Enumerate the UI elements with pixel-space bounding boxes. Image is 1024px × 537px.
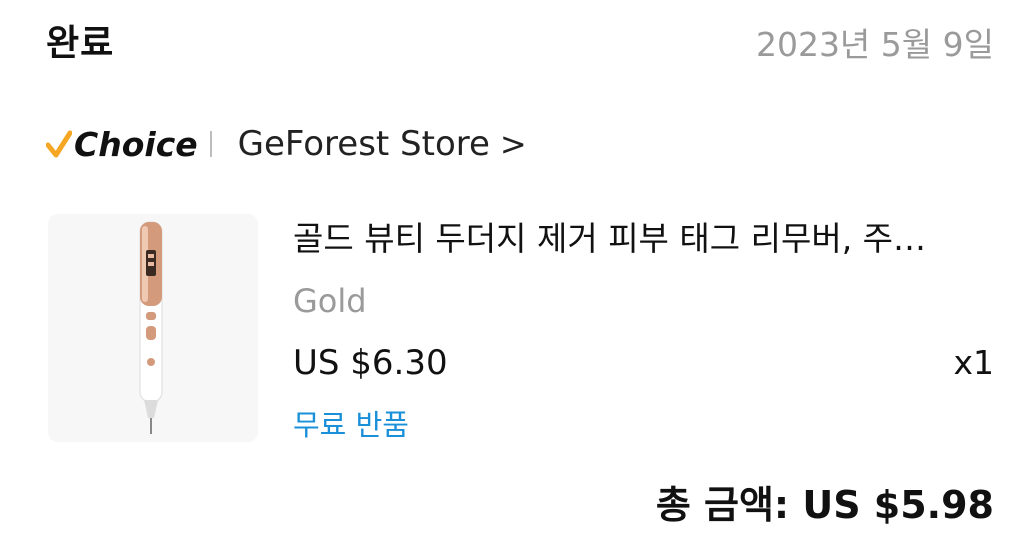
store-name-link[interactable]: GeForest Store <box>238 124 490 164</box>
product-variant: Gold <box>293 282 367 320</box>
check-icon <box>46 130 72 158</box>
choice-label: Choice <box>74 124 198 164</box>
product-price: US $6.30 <box>293 343 448 383</box>
product-quantity: x1 <box>953 343 994 382</box>
choice-badge: Choice <box>46 125 198 164</box>
store-row[interactable]: Choice GeForest Store > <box>46 118 527 170</box>
chevron-right-icon: > <box>499 125 527 163</box>
order-date: 2023년 5월 9일 <box>755 25 994 64</box>
order-status: 완료 <box>46 23 115 64</box>
product-image[interactable] <box>48 214 258 442</box>
free-return-label: 무료 반품 <box>293 408 409 442</box>
beauty-pen-image <box>139 221 163 434</box>
divider <box>209 131 212 157</box>
product-title[interactable]: 골드 뷰티 두더지 제거 피부 태그 리무버, 주… <box>293 212 993 260</box>
order-total: 총 금액: US $5.98 <box>655 483 994 527</box>
